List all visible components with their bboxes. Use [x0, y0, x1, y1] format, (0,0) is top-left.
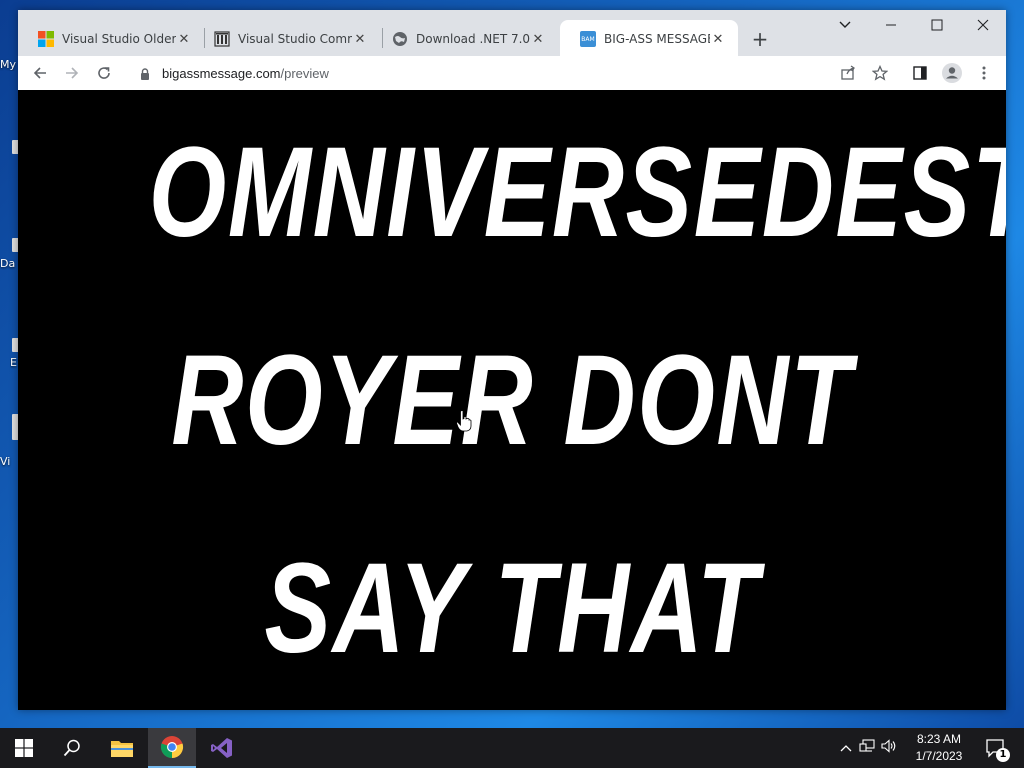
- tab-search-button[interactable]: [822, 10, 868, 40]
- message-line-1: OMNIVERSEDEST: [148, 121, 1006, 264]
- taskbar: 8:23 AM 1/7/2023 1: [0, 728, 1024, 768]
- lock-icon[interactable]: [138, 66, 152, 80]
- profile-avatar-icon: [942, 63, 962, 83]
- globe-icon: [392, 31, 408, 47]
- chrome-icon: [160, 736, 184, 759]
- close-window-button[interactable]: [960, 10, 1006, 40]
- reload-icon: [98, 67, 110, 79]
- notification-count-badge: 1: [996, 748, 1010, 762]
- start-button[interactable]: [0, 728, 48, 768]
- address-bar[interactable]: bigassmessage.com/preview: [128, 59, 868, 87]
- side-panel-button[interactable]: [906, 59, 934, 87]
- tab-title: BIG-ASS MESSAGE: [604, 32, 710, 46]
- message-line-2: ROYER DONT: [171, 329, 853, 472]
- tab-title: Visual Studio Older Downloads: [62, 32, 176, 46]
- url-path: /preview: [280, 65, 329, 81]
- system-tray: [836, 728, 900, 768]
- building-icon: [214, 31, 230, 47]
- kebab-menu-icon: [982, 66, 986, 80]
- back-button[interactable]: [26, 59, 54, 87]
- desktop-icon-label-da[interactable]: Da: [0, 257, 20, 270]
- forward-button[interactable]: [58, 59, 86, 87]
- close-tab-icon[interactable]: ✕: [352, 31, 368, 47]
- share-button[interactable]: [834, 59, 862, 87]
- windows-logo-icon: [15, 739, 33, 757]
- chrome-taskbar-button[interactable]: [148, 728, 196, 768]
- close-icon: [977, 19, 989, 31]
- message-line-3: SAY THAT: [264, 537, 760, 680]
- close-tab-icon[interactable]: ✕: [530, 31, 546, 47]
- share-icon: [841, 65, 855, 80]
- tab-title: Download .NET 7.0 SDK: [416, 32, 530, 46]
- tab-title: Visual Studio Community: [238, 32, 352, 46]
- taskbar-clock[interactable]: 8:23 AM 1/7/2023: [905, 731, 973, 765]
- star-icon: [872, 65, 888, 81]
- maximize-icon: [931, 19, 943, 31]
- minimize-button[interactable]: [868, 10, 914, 40]
- bookmark-button[interactable]: [866, 59, 894, 87]
- search-icon: [63, 739, 80, 757]
- folder-icon: [111, 741, 133, 757]
- volume-icon[interactable]: [878, 739, 900, 757]
- arrow-right-icon: [66, 67, 79, 79]
- bam-icon: BAM: [580, 31, 596, 47]
- close-tab-icon[interactable]: ✕: [710, 31, 726, 47]
- reload-button[interactable]: [90, 59, 118, 87]
- tab-download-dotnet[interactable]: Download .NET 7.0 SDK ✕: [372, 22, 558, 56]
- clock-time: 8:23 AM: [916, 732, 962, 746]
- tab-strip: Visual Studio Older Downloads ✕ Visual S…: [18, 10, 1006, 58]
- visual-studio-icon: [211, 738, 232, 758]
- url-domain: bigassmessage.com: [162, 65, 281, 81]
- network-icon[interactable]: [856, 739, 878, 757]
- clock-date: 1/7/2023: [915, 749, 963, 763]
- maximize-button[interactable]: [914, 10, 960, 40]
- microsoft-logo-icon: [38, 31, 54, 47]
- hand-pointer-cursor-icon: [456, 410, 472, 432]
- desktop-icon-label-my[interactable]: My: [0, 58, 20, 71]
- side-panel-icon: [913, 66, 927, 80]
- tab-visual-studio-community[interactable]: Visual Studio Community ✕: [194, 22, 380, 56]
- chevron-up-icon: [840, 744, 852, 751]
- tab-visual-studio-older-downloads[interactable]: Visual Studio Older Downloads ✕: [18, 22, 204, 56]
- browser-window: Visual Studio Older Downloads ✕ Visual S…: [18, 10, 1006, 710]
- notifications-button[interactable]: 1: [976, 728, 1016, 768]
- file-explorer-button[interactable]: [98, 728, 146, 768]
- chevron-down-icon: [839, 21, 851, 28]
- new-tab-button[interactable]: +: [748, 27, 772, 51]
- show-hidden-icons-button[interactable]: [836, 741, 856, 756]
- desktop-icon-label-vi[interactable]: Vi: [0, 455, 20, 468]
- close-tab-icon[interactable]: ✕: [176, 31, 192, 47]
- profile-button[interactable]: [938, 59, 966, 87]
- page-content: OMNIVERSEDEST ROYER DONT SAY THAT: [18, 90, 1006, 710]
- search-button[interactable]: [48, 728, 96, 768]
- arrow-left-icon: [33, 67, 46, 79]
- visual-studio-taskbar-button[interactable]: [198, 728, 246, 768]
- address-url[interactable]: bigassmessage.com/preview: [162, 66, 329, 81]
- tab-big-ass-message[interactable]: BAM BIG-ASS MESSAGE ✕: [560, 20, 738, 58]
- browser-toolbar: bigassmessage.com/preview: [18, 56, 1006, 90]
- minimize-icon: [886, 24, 896, 26]
- menu-button[interactable]: [970, 59, 998, 87]
